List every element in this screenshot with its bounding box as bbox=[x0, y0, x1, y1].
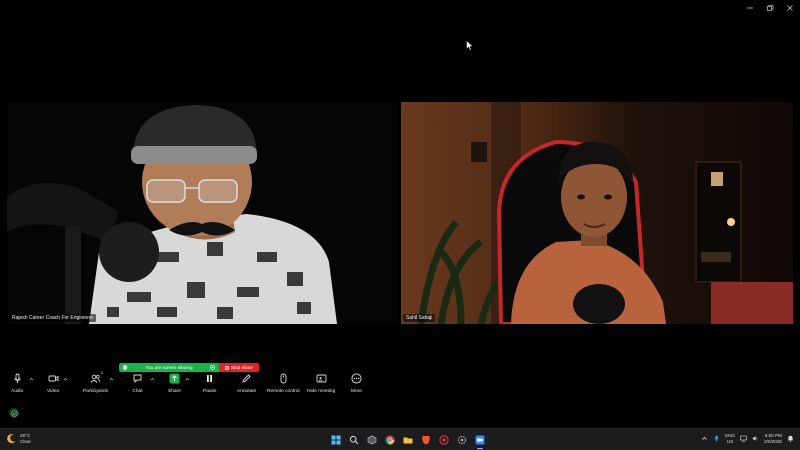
system-clock[interactable]: 6:50 PM 2/9/2025 bbox=[764, 433, 782, 444]
participants-button[interactable]: Participants bbox=[83, 373, 108, 394]
window-controls bbox=[740, 0, 800, 16]
search-button[interactable] bbox=[348, 434, 360, 446]
pencil-icon bbox=[242, 374, 251, 383]
video-tile-sahil[interactable]: Sahil Sahaji bbox=[401, 102, 793, 324]
restore-icon bbox=[767, 4, 774, 11]
windows-taskbar: 29°C Clear ENG US 6:50 PM 2/9/2025 bbox=[0, 428, 800, 450]
stop-icon bbox=[224, 365, 229, 370]
zoom-status-icon bbox=[10, 409, 18, 417]
chat-button[interactable]: Chat bbox=[132, 373, 143, 394]
minimize-button[interactable] bbox=[740, 0, 760, 16]
windows-start-icon bbox=[331, 435, 341, 445]
video-label: Video bbox=[47, 389, 60, 394]
chevron-up-icon[interactable] bbox=[63, 377, 68, 381]
language-region: US bbox=[726, 438, 734, 444]
mouse-cursor-icon bbox=[466, 40, 474, 51]
taskbar-app-brave[interactable] bbox=[420, 434, 432, 446]
chevron-up-icon[interactable] bbox=[150, 377, 155, 381]
more-icon bbox=[351, 373, 362, 384]
annotate-label: Annotate bbox=[237, 389, 257, 394]
video-camera-icon bbox=[48, 375, 59, 382]
share-button[interactable]: Share bbox=[168, 373, 181, 394]
annotate-button[interactable]: Annotate bbox=[237, 373, 256, 394]
remote-control-label: Remote control bbox=[267, 389, 300, 394]
taskbar-app-copilot[interactable] bbox=[366, 434, 378, 446]
app-icon bbox=[457, 435, 467, 445]
language-indicator[interactable]: ENG US bbox=[725, 433, 735, 444]
participant-video-feed bbox=[417, 102, 793, 324]
participants-icon bbox=[90, 374, 101, 383]
participant-name-label: Sahil Sahaji bbox=[403, 314, 436, 322]
zoom-icon bbox=[475, 435, 485, 445]
hide-meeting-icon bbox=[316, 374, 327, 383]
hide-meeting-button[interactable]: Hide meeting bbox=[307, 373, 335, 394]
remote-control-button[interactable]: Remote control bbox=[267, 373, 300, 394]
close-icon bbox=[787, 5, 793, 11]
taskbar-apps bbox=[330, 434, 486, 449]
start-button[interactable] bbox=[330, 434, 342, 446]
stop-share-label: Stop share bbox=[230, 365, 254, 370]
minimize-icon bbox=[747, 7, 753, 9]
screen-sharing-indicator[interactable]: You are screen sharing bbox=[119, 363, 219, 372]
app-icon bbox=[439, 435, 449, 445]
file-explorer-icon bbox=[403, 437, 413, 444]
shield-icon bbox=[123, 365, 127, 370]
clock-date: 2/9/2025 bbox=[764, 438, 782, 444]
close-button[interactable] bbox=[780, 0, 800, 16]
pause-icon bbox=[207, 375, 213, 382]
system-tray: ENG US 6:50 PM 2/9/2025 bbox=[701, 433, 794, 444]
microphone-icon bbox=[13, 373, 21, 383]
share-screen-icon bbox=[169, 373, 180, 384]
pause-label: Pause bbox=[203, 389, 217, 394]
weather-widget[interactable]: 29°C Clear bbox=[6, 433, 31, 444]
display-icon[interactable] bbox=[740, 435, 747, 442]
weather-description: Clear bbox=[20, 438, 31, 444]
video-tile-rajesh[interactable]: Rajesh Career Coach For Engineers bbox=[7, 102, 397, 324]
chevron-up-icon[interactable] bbox=[701, 435, 708, 442]
audio-button[interactable]: Audio bbox=[11, 373, 23, 394]
participant-name-label: Rajesh Career Coach For Engineers bbox=[9, 314, 96, 322]
mouse-icon bbox=[280, 373, 287, 384]
chevron-down-icon bbox=[210, 365, 215, 370]
notification-bell-icon[interactable] bbox=[787, 435, 794, 442]
taskbar-app-chrome[interactable] bbox=[384, 434, 396, 446]
screen-sharing-text: You are screen sharing bbox=[145, 365, 193, 370]
meeting-toolbar: Audio Video Participants 2 Chat Share Pa… bbox=[5, 370, 375, 400]
participant-video-feed bbox=[7, 102, 397, 324]
weather-moon-icon bbox=[7, 434, 16, 444]
participants-count-badge: 2 bbox=[101, 370, 104, 375]
meeting-status-button[interactable] bbox=[9, 408, 19, 418]
hide-meeting-label: Hide meeting bbox=[307, 389, 336, 394]
taskbar-app-zoom[interactable] bbox=[474, 434, 486, 449]
chrome-icon bbox=[385, 435, 395, 445]
search-icon bbox=[349, 435, 359, 445]
chevron-up-icon[interactable] bbox=[29, 377, 34, 381]
share-label: Share bbox=[168, 389, 181, 394]
microphone-icon[interactable] bbox=[713, 435, 720, 442]
more-label: More bbox=[351, 389, 362, 394]
more-button[interactable]: More bbox=[351, 373, 362, 394]
chat-icon bbox=[133, 374, 142, 384]
audio-label: Audio bbox=[11, 389, 24, 394]
brave-icon bbox=[422, 436, 430, 445]
pause-share-button[interactable]: Pause bbox=[203, 373, 217, 394]
chevron-up-icon[interactable] bbox=[185, 377, 190, 381]
video-button[interactable]: Video bbox=[47, 373, 59, 394]
taskbar-app-file-explorer[interactable] bbox=[402, 434, 414, 446]
screen-sharing-banner: You are screen sharing Stop share bbox=[119, 363, 259, 372]
participants-label: Participants bbox=[83, 389, 109, 394]
chevron-up-icon[interactable] bbox=[109, 377, 114, 381]
app-icon bbox=[367, 435, 377, 445]
taskbar-app-recorder[interactable] bbox=[438, 434, 450, 446]
stop-share-button[interactable]: Stop share bbox=[219, 363, 259, 372]
restore-button[interactable] bbox=[760, 0, 780, 16]
taskbar-app-settings[interactable] bbox=[456, 434, 468, 446]
volume-icon[interactable] bbox=[752, 435, 759, 442]
chat-label: Chat bbox=[132, 389, 143, 394]
